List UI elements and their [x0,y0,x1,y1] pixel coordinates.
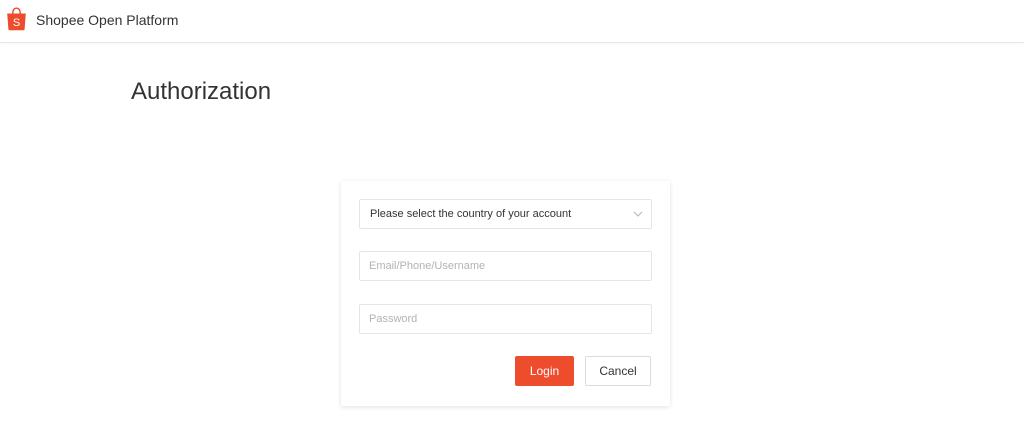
top-header: S Shopee Open Platform [0,0,1024,43]
password-field-wrapper [359,304,652,334]
login-button[interactable]: Login [515,356,574,386]
authorization-form-card: Please select the country of your accoun… [341,181,670,406]
svg-text:S: S [13,17,20,29]
page-title: Authorization [131,78,272,105]
chevron-down-icon [633,211,643,217]
password-field[interactable] [369,305,642,333]
email-field[interactable] [369,252,642,280]
email-field-wrapper [359,251,652,281]
shopee-bag-icon[interactable]: S [6,7,27,31]
country-select-value: Please select the country of your accoun… [370,208,572,220]
country-select[interactable]: Please select the country of your accoun… [359,199,652,229]
brand-name: Shopee Open Platform [36,12,179,28]
cancel-button[interactable]: Cancel [585,356,651,386]
